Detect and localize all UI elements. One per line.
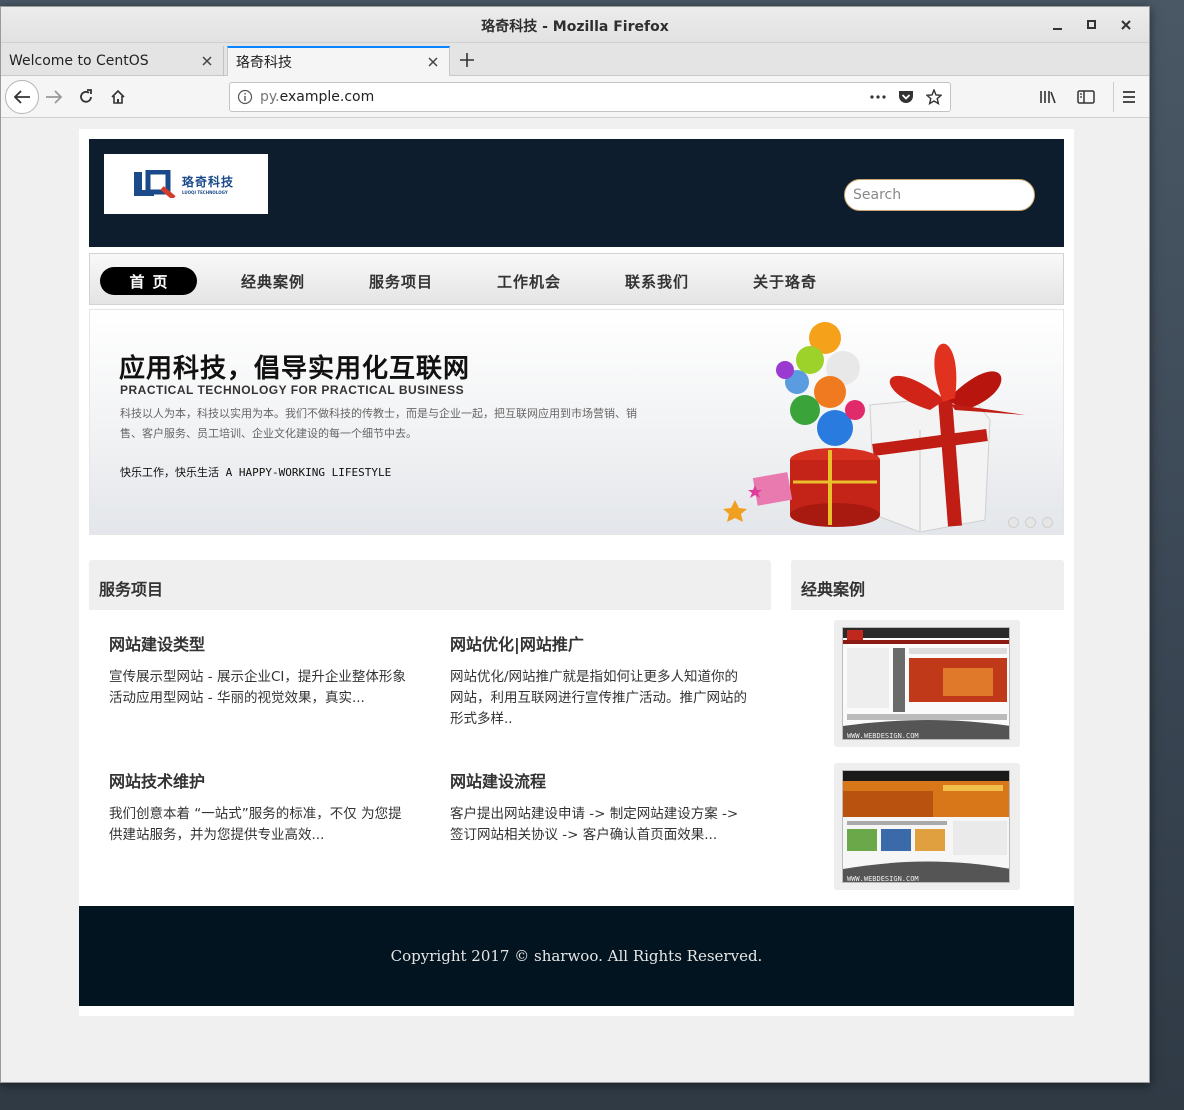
banner-motto: 快乐工作，快乐生活 A HAPPY-WORKING LIFESTYLE: [120, 466, 392, 479]
tab-bar: Welcome to CentOS 珞奇科技: [1, 43, 1149, 76]
nav-item-contact[interactable]: 联系我们: [625, 267, 689, 295]
tab-label: Welcome to CentOS: [9, 53, 149, 69]
service-title[interactable]: 网站技术维护: [109, 768, 409, 792]
case-thumbnail[interactable]: WWW.WEBDESIGN.COM: [834, 763, 1020, 890]
case-thumbnail[interactable]: WWW.WEBDESIGN.COM: [834, 620, 1020, 747]
services-heading: 服务项目: [89, 560, 771, 610]
service-item: 网站建设类型 宣传展示型网站 - 展示企业CI，提升企业整体形象 活动应用型网站…: [109, 631, 409, 709]
carousel-dot[interactable]: [1008, 517, 1019, 528]
navigation-toolbar: py.example.com: [1, 76, 1149, 118]
carousel-dots: [1008, 517, 1053, 528]
logo-mark-icon: [134, 169, 176, 200]
tab-centos[interactable]: Welcome to CentOS: [1, 46, 224, 76]
hero-banner[interactable]: 应用科技，倡导实用化互联网 PRACTICAL TECHNOLOGY FOR P…: [89, 309, 1064, 535]
new-tab-icon[interactable]: [456, 49, 478, 71]
site-footer: Copyright 2017 © sharwoo. All Rights Res…: [79, 906, 1074, 1006]
window-title: 珞奇科技 - Mozilla Firefox: [481, 19, 669, 35]
service-text: 客户提出网站建设申请 -> 制定网站建设方案 -> 签订网站相关协议 -> 客户…: [450, 806, 739, 843]
maximize-icon[interactable]: [1077, 13, 1107, 37]
case-watermark: WWW.WEBDESIGN.COM: [847, 875, 919, 883]
banner-subtitle: PRACTICAL TECHNOLOGY FOR PRACTICAL BUSIN…: [120, 383, 465, 397]
url-bar[interactable]: py.example.com: [229, 82, 951, 112]
carousel-dot[interactable]: [1025, 517, 1036, 528]
service-text: 网站优化/网站推广就是指如何让更多人知道你的网站，利用互联网进行宣传推广活动。推…: [450, 669, 747, 727]
bookmark-star-icon[interactable]: [924, 87, 944, 107]
nav-item-services[interactable]: 服务项目: [369, 267, 433, 295]
nav-item-jobs[interactable]: 工作机会: [497, 267, 561, 295]
copyright-text: Copyright 2017 © sharwoo. All Rights Res…: [390, 947, 763, 965]
service-title[interactable]: 网站建设流程: [450, 768, 750, 792]
case-screenshot: WWW.WEBDESIGN.COM: [842, 627, 1010, 740]
url-actions: [868, 87, 950, 107]
pocket-icon[interactable]: [896, 87, 916, 107]
service-title[interactable]: 网站优化|网站推广: [450, 631, 750, 655]
main-navigation: 首页 经典案例 服务项目 工作机会 联系我们 关于珞奇: [89, 253, 1064, 305]
banner-description: 科技以人为本，科技以实用为本。我们不做科技的传教士，而是与企业一起，把互联网应用…: [120, 407, 637, 440]
case-watermark: WWW.WEBDESIGN.COM: [847, 732, 919, 740]
reload-icon[interactable]: [71, 82, 101, 112]
search-input[interactable]: [844, 179, 1035, 211]
gift-balloons-illustration: [723, 322, 1025, 533]
window-controls: [1043, 13, 1141, 37]
site-logo[interactable]: 珞奇科技 LUOQI TECHNOLOGY: [104, 154, 268, 214]
site-header: 珞奇科技 LUOQI TECHNOLOGY: [89, 139, 1064, 247]
title-bar: 珞奇科技 - Mozilla Firefox: [1, 7, 1149, 43]
service-text: 宣传展示型网站 - 展示企业CI，提升企业整体形象 活动应用型网站 - 华丽的视…: [109, 669, 406, 706]
banner-title: 应用科技，倡导实用化互联网: [119, 354, 471, 384]
site-page: 珞奇科技 LUOQI TECHNOLOGY 首页 经典案例 服务项目 工作机会 …: [79, 129, 1074, 1016]
forward-icon[interactable]: [39, 82, 69, 112]
home-icon[interactable]: [103, 82, 133, 112]
tab-label: 珞奇科技: [236, 55, 292, 71]
tab-luoqi[interactable]: 珞奇科技: [227, 46, 450, 76]
logo-chinese-name: 珞奇科技: [182, 175, 235, 189]
cases-heading: 经典案例: [791, 560, 1064, 610]
service-title[interactable]: 网站建设类型: [109, 631, 409, 655]
url-domain: example.com: [279, 89, 375, 105]
minimize-icon[interactable]: [1043, 13, 1073, 37]
logo-english-name: LUOQI TECHNOLOGY: [182, 190, 228, 195]
url-prefix: py.: [260, 89, 280, 105]
page-actions-icon[interactable]: [868, 87, 888, 107]
menu-icon[interactable]: [1113, 82, 1143, 112]
service-item: 网站优化|网站推广 网站优化/网站推广就是指如何让更多人知道你的网站，利用互联网…: [450, 631, 750, 730]
page-viewport: 珞奇科技 LUOQI TECHNOLOGY 首页 经典案例 服务项目 工作机会 …: [1, 119, 1149, 1082]
info-icon[interactable]: [230, 89, 260, 105]
close-window-icon[interactable]: [1111, 13, 1141, 37]
toolbar-right: [1033, 82, 1143, 112]
nav-item-about[interactable]: 关于珞奇: [753, 267, 817, 295]
service-item: 网站建设流程 客户提出网站建设申请 -> 制定网站建设方案 -> 签订网站相关协…: [450, 768, 750, 846]
service-text: 我们创意本着 “一站式”服务的标准，不仅 为您提供建站服务，并为您提供专业高效.…: [109, 806, 402, 843]
sidebar-icon[interactable]: [1071, 82, 1101, 112]
back-icon[interactable]: [5, 80, 39, 114]
library-icon[interactable]: [1033, 82, 1063, 112]
case-screenshot: WWW.WEBDESIGN.COM: [842, 770, 1010, 883]
nav-item-home[interactable]: 首页: [100, 267, 197, 295]
url-text[interactable]: py.example.com: [260, 89, 868, 105]
carousel-dot[interactable]: [1042, 517, 1053, 528]
nav-item-cases[interactable]: 经典案例: [241, 267, 305, 295]
service-item: 网站技术维护 我们创意本着 “一站式”服务的标准，不仅 为您提供建站服务，并为您…: [109, 768, 409, 846]
close-tab-icon[interactable]: [425, 54, 441, 70]
firefox-window: 珞奇科技 - Mozilla Firefox Welcome to CentOS…: [0, 6, 1150, 1083]
close-tab-icon[interactable]: [199, 53, 215, 69]
